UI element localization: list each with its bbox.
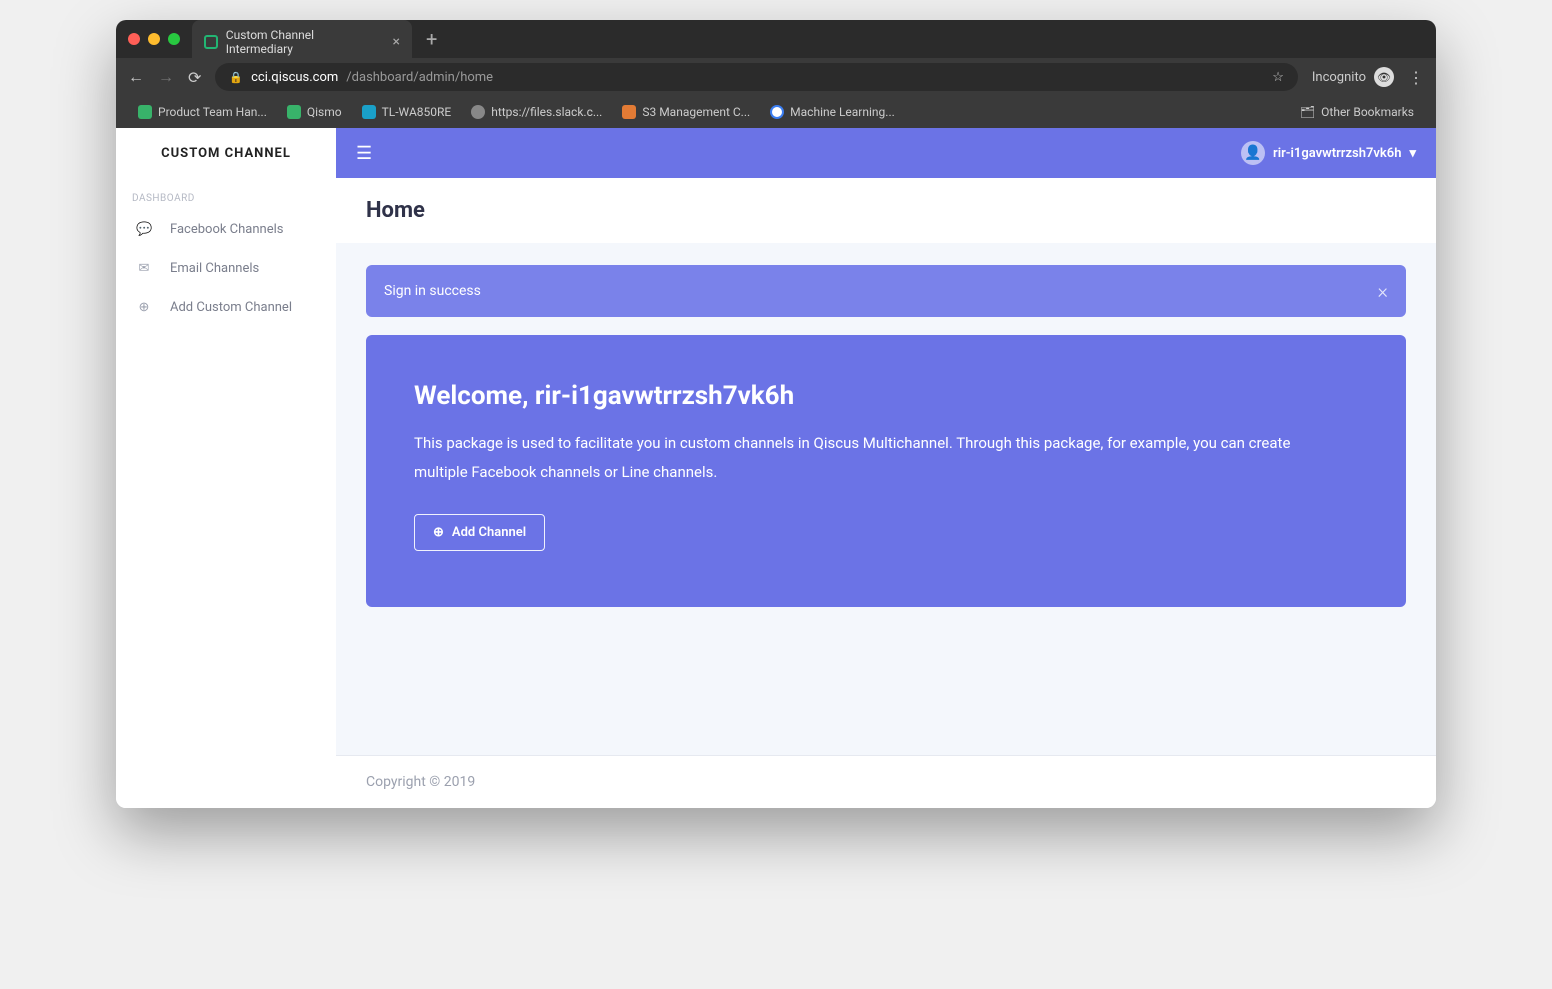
sidebar: CUSTOM CHANNEL DASHBOARD 💬 Facebook Chan…	[116, 128, 336, 808]
brand-title: CUSTOM CHANNEL	[116, 128, 336, 179]
bookmark-favicon-icon	[770, 105, 784, 119]
bookmark-item[interactable]: https://files.slack.c...	[463, 101, 610, 123]
url-host: cci.qiscus.com	[251, 70, 338, 85]
welcome-panel: Welcome, rir-i1gavwtrrzsh7vk6h This pack…	[366, 335, 1406, 607]
chevron-down-icon: ▾	[1409, 146, 1416, 161]
bookmark-label: S3 Management C...	[642, 105, 750, 119]
welcome-heading: Welcome, rir-i1gavwtrrzsh7vk6h	[414, 381, 1358, 411]
bookmarks-bar: Product Team Han... Qismo TL-WA850RE htt…	[116, 96, 1436, 128]
welcome-description: This package is used to facilitate you i…	[414, 429, 1294, 486]
sidebar-item-add-custom-channel[interactable]: ⊕ Add Custom Channel	[116, 288, 336, 327]
address-bar[interactable]: 🔒 cci.qiscus.com/dashboard/admin/home ☆	[215, 63, 1297, 91]
bookmark-label: TL-WA850RE	[382, 105, 452, 119]
topbar: ☰ 👤 rir-i1gavwtrrzsh7vk6h ▾	[336, 128, 1436, 178]
incognito-icon: 👁	[1374, 67, 1394, 87]
bookmark-label: Machine Learning...	[790, 105, 895, 119]
user-menu[interactable]: 👤 rir-i1gavwtrrzsh7vk6h ▾	[1241, 141, 1416, 165]
reload-button[interactable]: ⟳	[188, 68, 201, 87]
maximize-window-icon[interactable]	[168, 33, 180, 45]
footer: Copyright © 2019	[336, 755, 1436, 808]
url-path: /dashboard/admin/home	[346, 70, 493, 85]
sidebar-section-label: DASHBOARD	[116, 179, 336, 210]
bookmark-label: Product Team Han...	[158, 105, 267, 119]
plus-circle-icon: ⊕	[136, 300, 152, 315]
hamburger-menu-button[interactable]: ☰	[356, 143, 372, 164]
new-tab-button[interactable]: +	[426, 27, 437, 51]
chat-icon: 💬	[136, 222, 152, 237]
tab-title: Custom Channel Intermediary	[226, 28, 381, 56]
browser-menu-button[interactable]: ⋮	[1408, 68, 1424, 87]
window-controls[interactable]	[128, 33, 180, 45]
sidebar-item-label: Facebook Channels	[170, 222, 284, 237]
sidebar-item-label: Add Custom Channel	[170, 300, 292, 315]
close-window-icon[interactable]	[128, 33, 140, 45]
back-button[interactable]: ←	[128, 67, 144, 87]
avatar-icon: 👤	[1241, 141, 1265, 165]
close-alert-button[interactable]: ×	[1378, 279, 1388, 303]
bookmark-item[interactable]: TL-WA850RE	[354, 101, 460, 123]
bookmark-item[interactable]: Machine Learning...	[762, 101, 903, 123]
sidebar-item-email-channels[interactable]: ✉ Email Channels	[116, 249, 336, 288]
bookmark-item[interactable]: S3 Management C...	[614, 101, 758, 123]
bookmark-item[interactable]: Qismo	[279, 101, 350, 123]
sidebar-item-facebook-channels[interactable]: 💬 Facebook Channels	[116, 210, 336, 249]
incognito-label: Incognito	[1312, 70, 1366, 85]
lock-icon: 🔒	[229, 71, 243, 84]
page-title: Home	[366, 198, 1406, 223]
minimize-window-icon[interactable]	[148, 33, 160, 45]
bookmark-favicon-icon	[622, 105, 636, 119]
add-channel-label: Add Channel	[452, 525, 526, 540]
bookmark-label: https://files.slack.c...	[491, 105, 602, 119]
bookmark-favicon-icon	[362, 105, 376, 119]
browser-tab[interactable]: Custom Channel Intermediary ×	[192, 20, 412, 64]
close-tab-icon[interactable]: ×	[393, 34, 400, 50]
username-label: rir-i1gavwtrrzsh7vk6h	[1273, 146, 1401, 161]
incognito-indicator[interactable]: Incognito 👁	[1312, 67, 1394, 87]
tab-favicon-icon	[204, 35, 218, 49]
add-channel-button[interactable]: ⊕ Add Channel	[414, 514, 545, 551]
browser-chrome: Custom Channel Intermediary × + ← → ⟳ 🔒 …	[116, 20, 1436, 128]
copyright-text: Copyright © 2019	[366, 774, 475, 790]
success-alert: Sign in success ×	[366, 265, 1406, 317]
bookmark-star-icon[interactable]: ☆	[1272, 70, 1284, 85]
bookmark-item[interactable]: Product Team Han...	[130, 101, 275, 123]
plus-circle-icon: ⊕	[433, 525, 444, 540]
alert-text: Sign in success	[384, 283, 481, 299]
bookmark-favicon-icon	[471, 105, 485, 119]
folder-icon: 🗂	[1300, 105, 1315, 119]
bookmark-favicon-icon	[287, 105, 301, 119]
sidebar-item-label: Email Channels	[170, 261, 259, 276]
mail-icon: ✉	[136, 261, 152, 276]
bookmark-favicon-icon	[138, 105, 152, 119]
other-bookmarks-label: Other Bookmarks	[1321, 105, 1414, 119]
bookmark-label: Qismo	[307, 105, 342, 119]
forward-button: →	[158, 67, 174, 87]
other-bookmarks-button[interactable]: 🗂 Other Bookmarks	[1292, 101, 1422, 123]
